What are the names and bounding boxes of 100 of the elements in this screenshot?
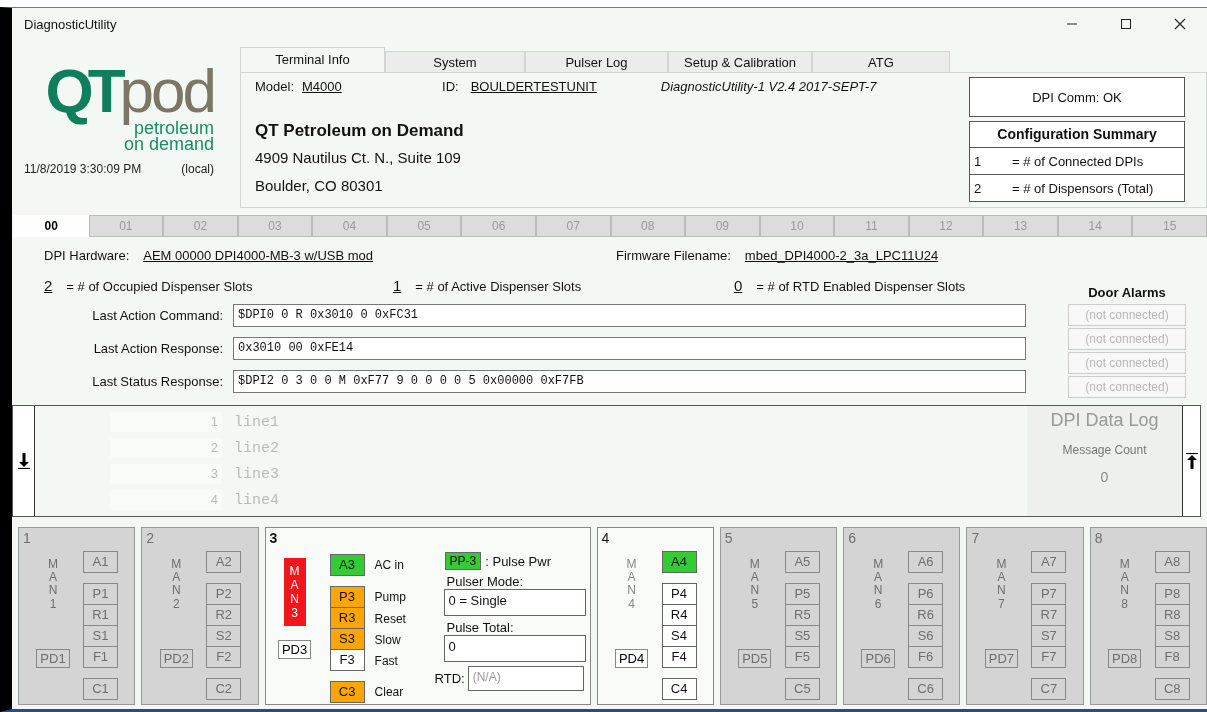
slot-number: 5 — [724, 530, 734, 546]
slot-number: 2 — [146, 530, 156, 546]
manual-indicator: MAN5 — [748, 558, 761, 613]
message-count-value: 0 — [1100, 469, 1109, 485]
indicator-lamp: R1 — [83, 605, 118, 626]
arrow-up-bar-icon — [1185, 453, 1198, 469]
dpi-tab[interactable]: 11 — [834, 215, 909, 237]
scroll-up-button[interactable] — [1182, 406, 1200, 516]
dpi-tab[interactable]: 06 — [461, 215, 536, 237]
dpi-tab[interactable]: 15 — [1132, 215, 1207, 237]
tab[interactable]: ATG — [812, 51, 950, 72]
pd-indicator: PD2 — [159, 649, 193, 668]
dpi-tab[interactable]: 12 — [908, 215, 984, 237]
dpi-tab[interactable]: 00 — [14, 215, 89, 237]
indicator-lamp: R4 — [661, 605, 697, 626]
tab[interactable]: System — [385, 51, 525, 72]
indicator-lamp: S5 — [784, 626, 820, 647]
indicator-lamp: S7 — [1031, 626, 1067, 647]
slot-number: 6 — [848, 530, 857, 546]
indicator-lamp: S6 — [908, 626, 944, 647]
indicator-caption: Slow — [374, 632, 402, 647]
log-title: DPI Data Log — [1050, 410, 1159, 431]
dpi-tab[interactable]: 07 — [535, 215, 611, 237]
scroll-down-button[interactable] — [13, 406, 35, 516]
indicator-lamp: C8 — [1154, 678, 1190, 700]
pulse-power-indicator: PP-3 — [444, 552, 482, 570]
company-name: QT Petroleum on Demand — [255, 121, 465, 142]
dpi-tab[interactable]: 01 — [88, 215, 164, 237]
dpi-tab[interactable]: 05 — [386, 215, 462, 237]
summary-label: = # of Connected DPIs — [1012, 153, 1144, 169]
id-link[interactable]: BOULDERTESTUNIT — [470, 79, 597, 94]
dpi-tab[interactable]: 03 — [237, 215, 313, 237]
slot-number: 3 — [269, 530, 279, 546]
dpi-tab[interactable]: 04 — [312, 215, 387, 237]
manual-indicator: MAN7 — [995, 558, 1008, 613]
pulser-mode-label: Pulser Mode: — [445, 574, 525, 589]
line-number: 1 — [110, 412, 222, 432]
indicator-lamp: P7 — [1031, 583, 1067, 605]
tab[interactable]: Pulser Log — [525, 51, 668, 72]
id-label: ID: — [442, 79, 459, 94]
tab[interactable]: Terminal Info — [240, 47, 385, 72]
count-link[interactable]: 2 — [44, 276, 53, 294]
firmware-link[interactable]: mbed_DPI4000-2_3a_LPC11U24 — [744, 247, 939, 263]
slot-number: 4 — [601, 530, 611, 546]
address-line: 4909 Nautilus Ct. N., Suite 109 — [255, 149, 462, 168]
manual-indicator: MAN3 — [283, 558, 306, 626]
version-text: DiagnosticUtility-1 V2.4 2017-SEPT-7 — [660, 79, 877, 94]
indicator-lamp: S1 — [83, 626, 118, 647]
indicator-lamp: R6 — [908, 605, 944, 626]
indicator-lamp: A4 — [661, 551, 697, 573]
hardware-label: DPI Hardware: — [44, 247, 130, 263]
tab[interactable]: Setup & Calibration — [668, 51, 812, 72]
pulse-power-label: : Pulse Pwr — [485, 553, 551, 569]
maximize-icon — [1120, 18, 1132, 30]
indicator-lamp: S8 — [1154, 626, 1190, 647]
indicator-lamp: R8 — [1154, 605, 1190, 626]
indicator-caption: Fast — [374, 653, 399, 668]
summary-label: = # of Dispensors (Total) — [1012, 180, 1154, 196]
log-line: line2 — [234, 439, 279, 457]
pd-indicator: PD8 — [1108, 649, 1142, 668]
line-number: 4 — [110, 490, 222, 510]
indicator-lamp: C4 — [661, 678, 697, 700]
dpi-tab[interactable]: 14 — [1057, 215, 1133, 237]
hardware-link[interactable]: AEM 00000 DPI4000-MB-3 w/USB mod — [143, 247, 374, 263]
count-label: = # of Occupied Dispenser Slots — [66, 278, 253, 294]
indicator-lamp: F7 — [1031, 647, 1067, 668]
field-label: Last Action Command: — [91, 308, 224, 323]
readout-field: $DPI0 0 R 0x3010 0 0xFC31 — [233, 304, 1026, 327]
indicator-lamp: R7 — [1031, 605, 1067, 626]
indicator-lamp: P6 — [908, 583, 944, 605]
comm-status-box: DPI Comm: OK — [969, 77, 1185, 117]
pulse-total-field: 0 — [443, 635, 586, 662]
indicator-lamp: P4 — [661, 583, 697, 605]
dpi-tab[interactable]: 02 — [163, 215, 238, 237]
indicator-lamp: A7 — [1031, 551, 1067, 573]
model-link[interactable]: M4000 — [302, 79, 443, 94]
dpi-tab[interactable]: 09 — [685, 215, 760, 237]
summary-count: 2 — [973, 180, 983, 196]
indicator-lamp: F1 — [83, 647, 118, 668]
indicator-lamp: C2 — [206, 678, 242, 700]
slot-number: 8 — [1094, 530, 1104, 546]
indicator-lamp: F8 — [1154, 647, 1190, 668]
slot-number: 7 — [971, 530, 981, 546]
indicator-caption: Clear — [374, 685, 405, 699]
indicator-lamp: C5 — [784, 678, 820, 700]
firmware-label: Firmware Filename: — [616, 247, 731, 263]
indicator-lamp: A6 — [908, 551, 944, 573]
clock-time: 11/8/2019 3:30:09 PM — [24, 162, 142, 176]
field-label: Last Action Response: — [92, 341, 224, 356]
indicator-lamp: P8 — [1154, 583, 1190, 605]
dpi-tab[interactable]: 13 — [983, 215, 1058, 237]
count-link[interactable]: 1 — [393, 276, 402, 294]
readout-field: $DPI2 0 3 0 0 M 0xF77 9 0 0 0 0 5 0x00000 0xF7FB — [233, 370, 1026, 393]
pulser-mode-field: 0 = Single — [443, 589, 586, 616]
indicator-lamp: A3 — [329, 554, 365, 576]
count-label: = # of Active Dispenser Slots — [415, 278, 582, 294]
indicator-lamp: C1 — [83, 678, 118, 700]
dpi-tab[interactable]: 10 — [759, 215, 835, 237]
dpi-tab[interactable]: 08 — [610, 215, 686, 237]
count-link[interactable]: 0 — [734, 276, 743, 294]
